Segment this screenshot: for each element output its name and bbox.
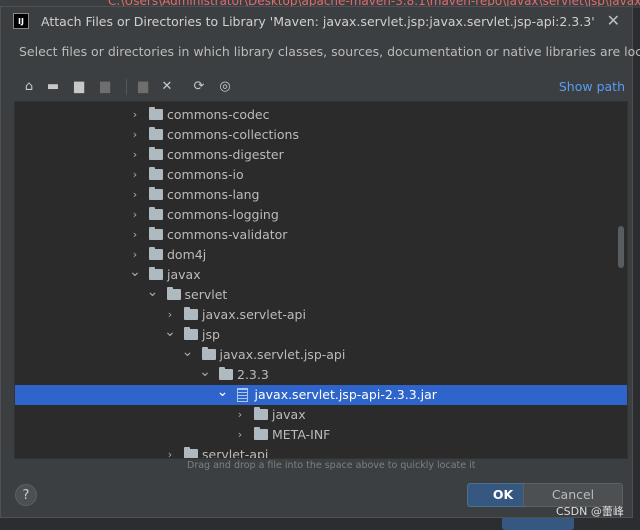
- tree-row[interactable]: ⌄ 2.3.3: [15, 365, 627, 385]
- tree-row-label: META-INF: [272, 427, 331, 442]
- tree-row[interactable]: › javax.servlet-api: [15, 305, 627, 325]
- home-icon[interactable]: ⌂: [19, 77, 39, 97]
- tree-row-label: commons-codec: [167, 107, 270, 122]
- tree-row[interactable]: › dom4j: [15, 245, 627, 265]
- tree-row[interactable]: › servlet-api: [15, 445, 627, 459]
- folder-icon: [149, 227, 163, 240]
- tree-row-label: javax: [167, 267, 201, 282]
- folder-icon: [149, 247, 163, 260]
- chevron-right-icon[interactable]: ›: [129, 225, 141, 245]
- tree-row[interactable]: ⌄ javax.servlet.jsp-api: [15, 345, 627, 365]
- folder-icon: [149, 127, 163, 140]
- tree-row-label: javax: [272, 407, 306, 422]
- tree-row[interactable]: › commons-codec: [15, 105, 627, 125]
- chevron-right-icon[interactable]: ›: [129, 245, 141, 265]
- chevron-right-icon[interactable]: ›: [164, 305, 176, 325]
- hidden-files-icon[interactable]: ◎: [215, 77, 235, 97]
- chevron-down-icon[interactable]: ⌄: [217, 385, 229, 405]
- folder-icon: [254, 407, 268, 420]
- chevron-down-icon[interactable]: ⌄: [182, 345, 194, 365]
- tree-row[interactable]: ⌄ javax: [15, 265, 627, 285]
- folder-icon: [149, 207, 163, 220]
- tree-row[interactable]: ⌄ servlet: [15, 285, 627, 305]
- dialog-title: Attach Files or Directories to Library '…: [41, 14, 595, 29]
- tree-row[interactable]: ⌄ jsp: [15, 325, 627, 345]
- attach-files-dialog: IJ Attach Files or Directories to Librar…: [0, 6, 640, 518]
- tree-row-label: commons-validator: [167, 227, 288, 242]
- desktop-icon[interactable]: ▬: [43, 77, 63, 97]
- chevron-right-icon[interactable]: ›: [234, 425, 246, 445]
- toolbar-separator: [126, 79, 127, 95]
- tree-row[interactable]: › commons-lang: [15, 185, 627, 205]
- tree-row-label: jsp: [202, 327, 220, 342]
- drag-drop-hint: Drag and drop a file into the space abov…: [187, 460, 476, 471]
- tree-row-label: javax.servlet.jsp-api: [219, 347, 346, 362]
- csdn-watermark: CSDN @蕾峰: [556, 505, 624, 518]
- folder-icon: [184, 307, 198, 320]
- chevron-right-icon[interactable]: ›: [234, 405, 246, 425]
- tree-row-label: servlet-api: [202, 447, 269, 459]
- tree-row[interactable]: › commons-validator: [15, 225, 627, 245]
- close-icon[interactable]: ✕: [607, 11, 620, 30]
- chevron-right-icon[interactable]: ›: [129, 105, 141, 125]
- folder-icon: [166, 287, 181, 300]
- chevron-down-icon[interactable]: ⌄: [164, 325, 176, 345]
- tree-row-label: commons-io: [167, 167, 244, 182]
- jar-archive-icon: [236, 388, 248, 402]
- tree-row-label: javax.servlet.jsp-api-2.3.3.jar: [254, 387, 437, 402]
- chevron-right-icon[interactable]: ›: [129, 205, 141, 225]
- tree-row[interactable]: › commons-io: [15, 165, 627, 185]
- new-folder-icon[interactable]: ▆: [133, 77, 153, 97]
- tree-row-label: commons-logging: [167, 207, 279, 222]
- folder-icon: [149, 267, 163, 280]
- tree-row-label: commons-collections: [167, 127, 299, 142]
- tree-row-label: javax.servlet-api: [202, 307, 306, 322]
- tree-row[interactable]: › META-INF: [15, 425, 627, 445]
- tree-row-label: servlet: [184, 287, 228, 302]
- tree-row[interactable]: › commons-logging: [15, 205, 627, 225]
- show-path-link[interactable]: Show path: [559, 79, 625, 94]
- chevron-down-icon[interactable]: ⌄: [147, 285, 159, 305]
- tree-row[interactable]: › javax: [15, 405, 627, 425]
- folder-icon: [184, 327, 198, 340]
- chevron-right-icon[interactable]: ›: [129, 185, 141, 205]
- title-bar: IJ Attach Files or Directories to Librar…: [1, 7, 632, 35]
- folder-icon: [254, 427, 268, 440]
- tree-row-label: dom4j: [167, 247, 207, 262]
- chevron-right-icon[interactable]: ›: [129, 145, 141, 165]
- folder-icon: [201, 347, 216, 360]
- folder-icon: [149, 187, 163, 200]
- delete-icon[interactable]: ✕: [157, 77, 177, 97]
- tree-row-jar[interactable]: ⌄ javax.servlet.jsp-api-2.3.3.jar: [15, 385, 627, 405]
- folder-icon: [149, 147, 163, 160]
- chevron-right-icon[interactable]: ›: [164, 445, 176, 458]
- module-folder-icon[interactable]: ▆: [95, 77, 115, 97]
- chevron-right-icon[interactable]: ›: [129, 165, 141, 185]
- chevron-right-icon[interactable]: ›: [129, 125, 141, 145]
- refresh-icon[interactable]: ⟳: [189, 77, 209, 97]
- tree-row-label: 2.3.3: [237, 367, 269, 382]
- folder-icon: [184, 447, 198, 458]
- help-button[interactable]: ?: [15, 484, 37, 506]
- file-chooser-toolbar: Show path ⌂ ▬ ▆ ▆ ▆ ✕ ⟳ ◎: [13, 73, 627, 101]
- tree-row[interactable]: › commons-collections: [15, 125, 627, 145]
- tree-row-label: commons-digester: [167, 147, 284, 162]
- chevron-down-icon[interactable]: ⌄: [199, 365, 211, 385]
- tree-row[interactable]: › commons-digester: [15, 145, 627, 165]
- folder-icon: [149, 167, 163, 180]
- dialog-description: Select files or directories in which lib…: [19, 44, 640, 59]
- intellij-app-icon: IJ: [13, 13, 29, 29]
- chevron-down-icon[interactable]: ⌄: [129, 265, 141, 285]
- folder-icon: [219, 367, 233, 380]
- folder-icon: [149, 107, 163, 120]
- file-tree[interactable]: › commons-codec › commons-collections › commo…: [14, 101, 628, 459]
- tree-row-label: commons-lang: [167, 187, 260, 202]
- project-folder-icon[interactable]: ▆: [69, 77, 89, 97]
